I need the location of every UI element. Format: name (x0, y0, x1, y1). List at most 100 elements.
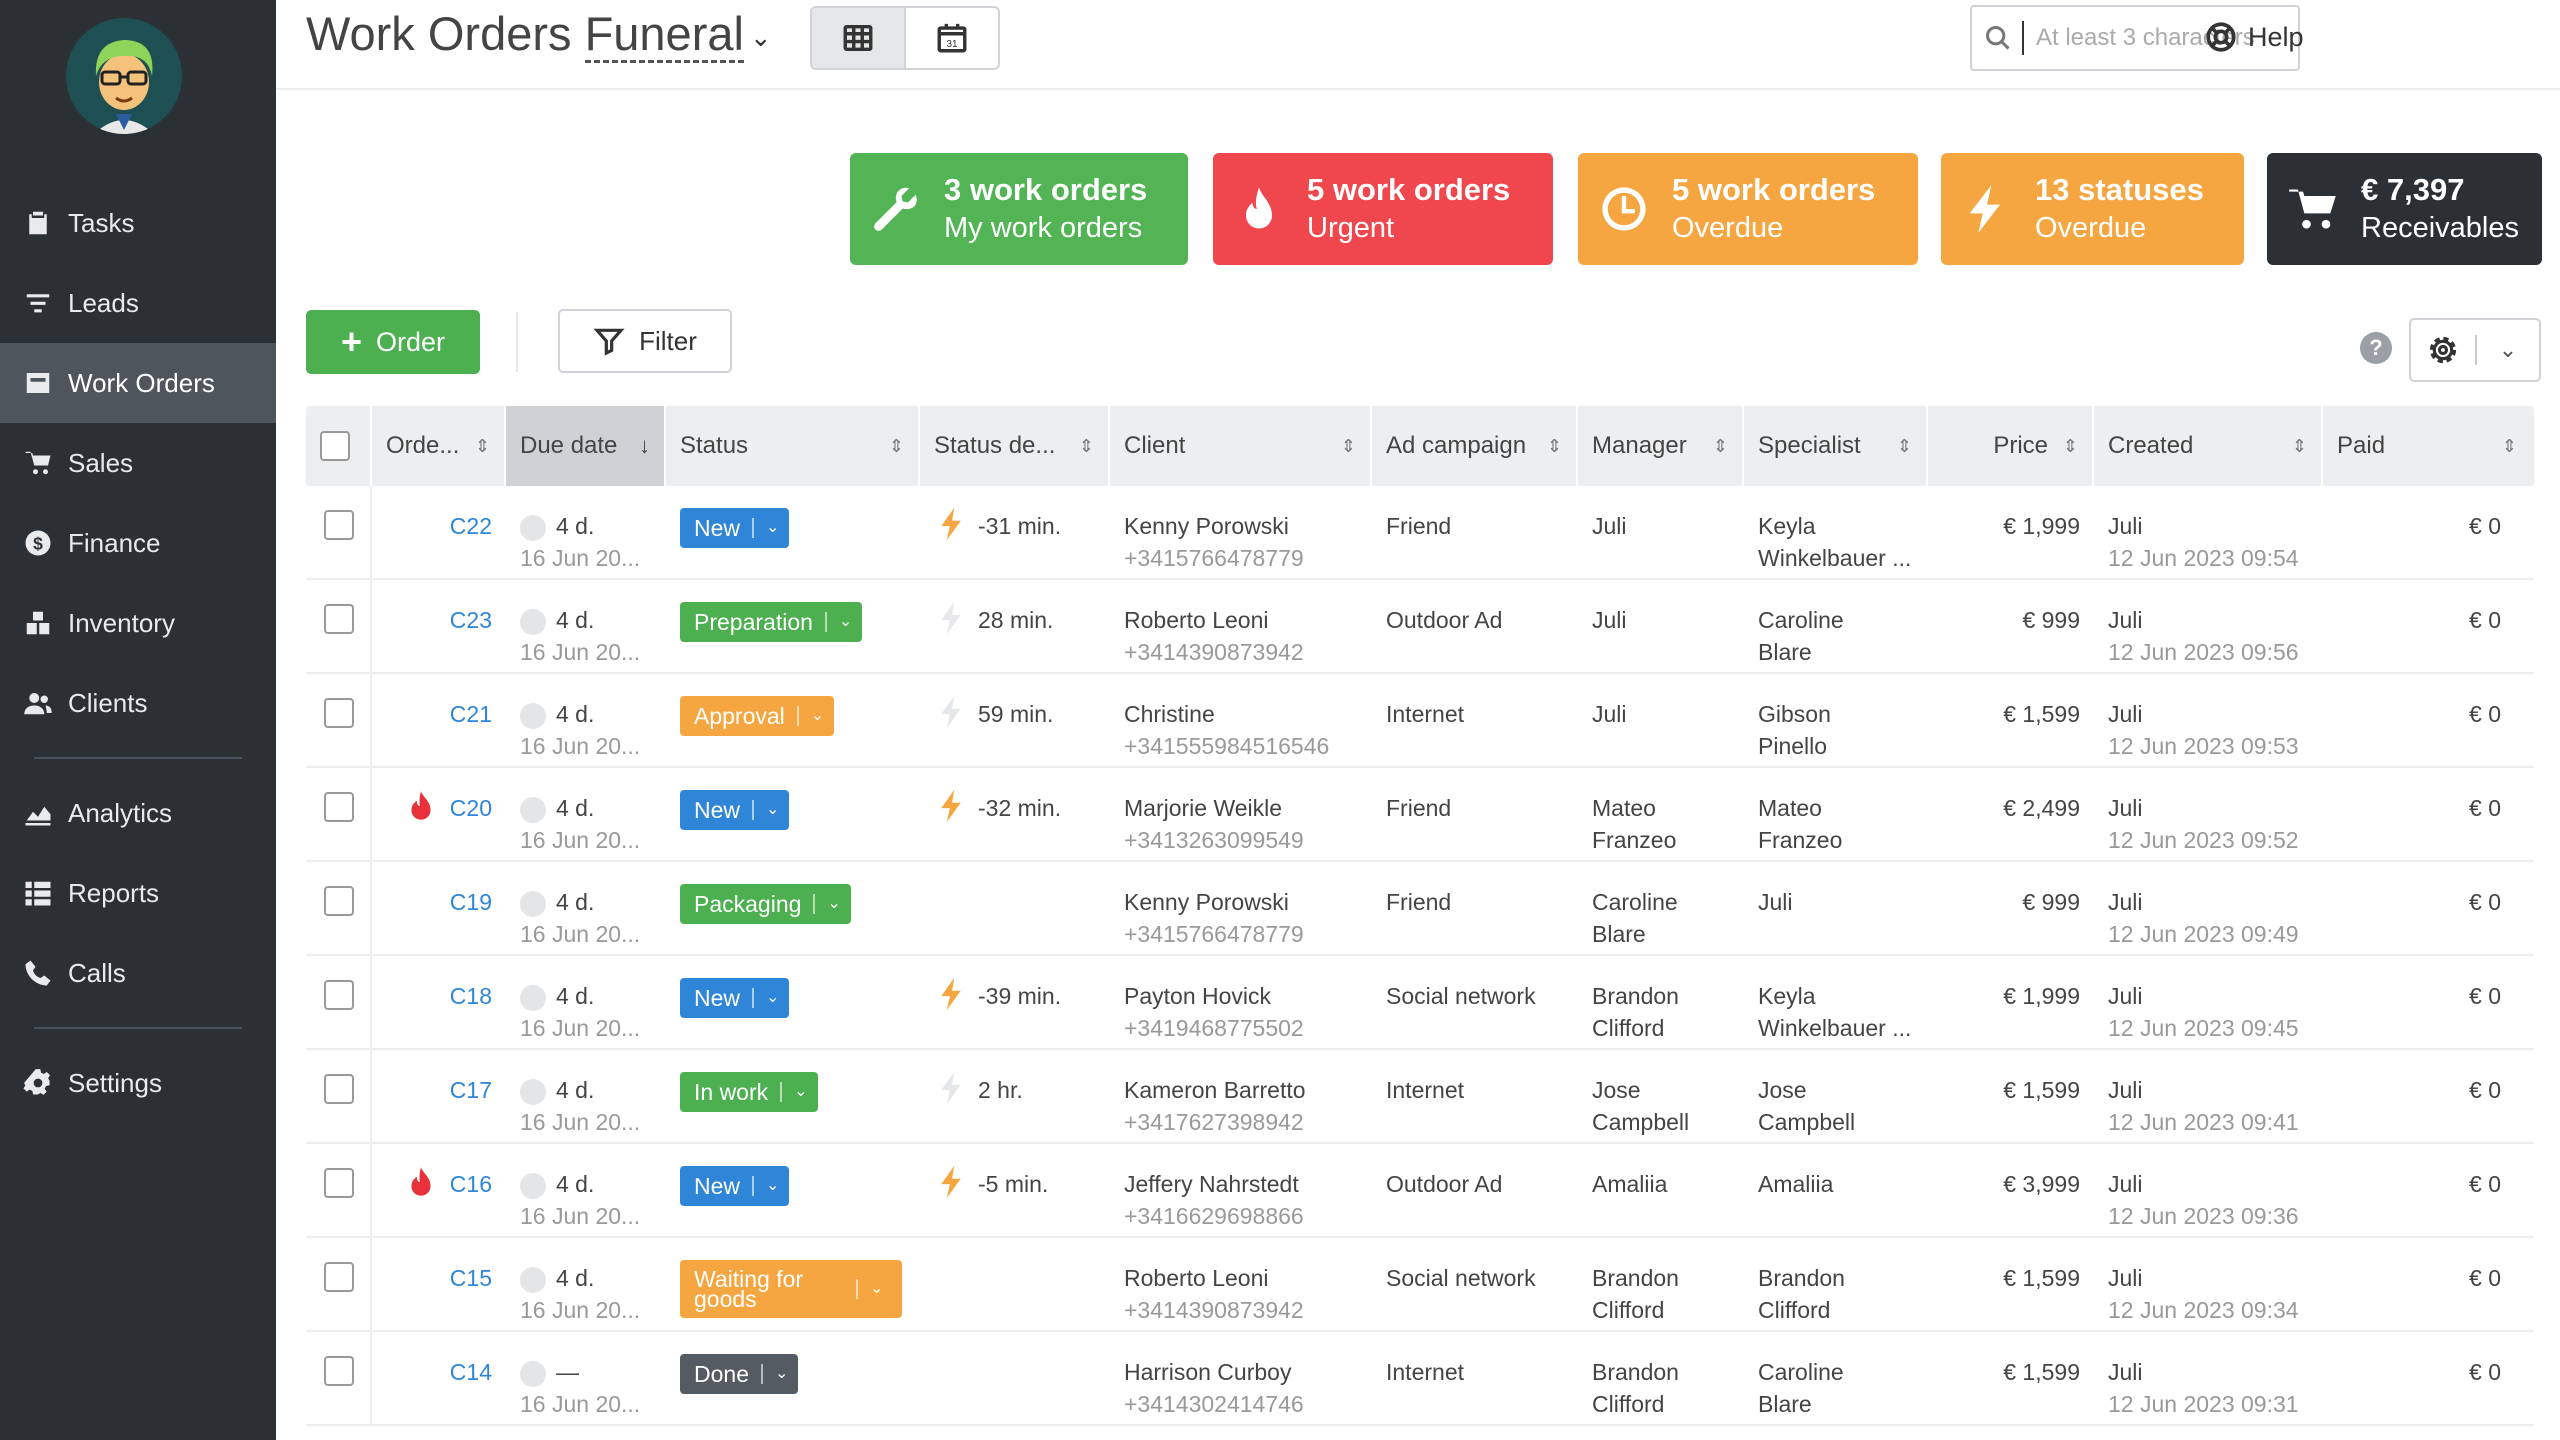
column-header-manager[interactable]: Manager ⇕ (1578, 406, 1744, 486)
calendar-view-button[interactable]: 31 (906, 8, 998, 68)
order-number-link[interactable]: C21 (450, 698, 492, 730)
sort-icon[interactable]: ⇕ (1713, 436, 1728, 457)
help-button[interactable]: Help (2204, 20, 2304, 54)
table-row[interactable]: C17 4 d. 16 Jun 20... In work ⌄ 2 hr. Kameron … (306, 1050, 2534, 1144)
client-name[interactable]: Roberto Leoni (1124, 604, 1372, 636)
table-row[interactable]: C18 4 d. 16 Jun 20... New ⌄ -39 min. Payton Ho… (306, 956, 2534, 1050)
client-phone[interactable]: +3414302414746 (1124, 1388, 1372, 1420)
client-phone[interactable]: +3413263099549 (1124, 824, 1372, 856)
order-number-link[interactable]: C17 (450, 1074, 492, 1106)
row-checkbox[interactable] (324, 510, 354, 540)
sidebar-item-work-orders[interactable]: Work Orders (0, 343, 276, 423)
client-name[interactable]: Jeffery Nahrstedt (1124, 1168, 1372, 1200)
tile-my-work-orders[interactable]: 3 work orders My work orders (850, 153, 1188, 265)
row-checkbox[interactable] (324, 886, 354, 916)
status-dropdown[interactable]: New ⌄ (680, 978, 790, 1018)
order-number-link[interactable]: C14 (450, 1356, 492, 1388)
tile-urgent[interactable]: 5 work orders Urgent (1213, 153, 1553, 265)
sidebar-item-finance[interactable]: $ Finance (0, 503, 276, 583)
sort-desc-icon[interactable]: ↓ (639, 433, 650, 459)
table-settings-button[interactable]: ⌄ (2409, 318, 2541, 382)
row-checkbox[interactable] (324, 698, 354, 728)
table-row[interactable]: C14 — 16 Jun 20... Done ⌄ Harrison Curboy +341… (306, 1332, 2534, 1426)
status-dropdown[interactable]: Done ⌄ (680, 1354, 799, 1394)
filter-button[interactable]: Filter (558, 309, 732, 373)
order-number-link[interactable]: C15 (450, 1262, 492, 1294)
table-row[interactable]: C22 4 d. 16 Jun 20... New ⌄ -31 min. Kenny Por… (306, 486, 2534, 580)
client-phone[interactable]: +3415766478779 (1124, 918, 1372, 950)
sidebar-item-settings[interactable]: Settings (0, 1043, 276, 1123)
order-number-link[interactable]: C22 (450, 510, 492, 542)
order-number-link[interactable]: C16 (450, 1168, 492, 1200)
client-phone[interactable]: +3415766478779 (1124, 542, 1372, 574)
column-header-order[interactable]: Orde... ⇕ (372, 406, 506, 486)
sort-icon[interactable]: ⇕ (1897, 436, 1912, 457)
add-order-button[interactable]: + Order (306, 310, 480, 374)
sort-icon[interactable]: ⇕ (889, 436, 904, 457)
row-checkbox[interactable] (324, 792, 354, 822)
row-checkbox[interactable] (324, 1168, 354, 1198)
column-header-specialist[interactable]: Specialist ⇕ (1744, 406, 1928, 486)
client-name[interactable]: Marjorie Weikle (1124, 792, 1372, 824)
order-number-link[interactable]: C20 (450, 792, 492, 824)
column-header-status-deadline[interactable]: Status de... ⇕ (920, 406, 1110, 486)
sort-icon[interactable]: ⇕ (2063, 436, 2078, 457)
column-header-ad-campaign[interactable]: Ad campaign ⇕ (1372, 406, 1578, 486)
column-header-client[interactable]: Client ⇕ (1110, 406, 1372, 486)
table-row[interactable]: C21 4 d. 16 Jun 20... Approval ⌄ 59 min. Chris… (306, 674, 2534, 768)
row-checkbox[interactable] (324, 604, 354, 634)
client-name[interactable]: Harrison Curboy (1124, 1356, 1372, 1388)
order-number-link[interactable]: C23 (450, 604, 492, 636)
column-header-status[interactable]: Status ⇕ (666, 406, 920, 486)
status-dropdown[interactable]: Packaging ⌄ (680, 884, 851, 924)
table-row[interactable]: C19 4 d. 16 Jun 20... Packaging ⌄ Kenny Porow… (306, 862, 2534, 956)
sidebar-item-tasks[interactable]: Tasks (0, 183, 276, 263)
sort-icon[interactable]: ⇕ (1079, 436, 1094, 457)
sidebar-item-inventory[interactable]: Inventory (0, 583, 276, 663)
table-row[interactable]: C20 4 d. 16 Jun 20... New ⌄ -32 min. Marjorie … (306, 768, 2534, 862)
order-number-link[interactable]: C18 (450, 980, 492, 1012)
sidebar-item-reports[interactable]: Reports (0, 853, 276, 933)
table-row[interactable]: C16 4 d. 16 Jun 20... New ⌄ -5 min. Jeffery Na… (306, 1144, 2534, 1238)
status-dropdown[interactable]: New ⌄ (680, 790, 790, 830)
client-name[interactable]: Kenny Porowski (1124, 886, 1372, 918)
table-row[interactable]: C23 4 d. 16 Jun 20... Preparation ⌄ 28 min. Ro… (306, 580, 2534, 674)
client-phone[interactable]: +3414390873942 (1124, 1294, 1372, 1326)
sort-icon[interactable]: ⇕ (2292, 436, 2307, 457)
client-phone[interactable]: +341555984516546 (1124, 730, 1372, 762)
status-dropdown[interactable]: New ⌄ (680, 1166, 790, 1206)
chevron-down-icon[interactable]: ⌄ (2477, 337, 2539, 363)
status-dropdown[interactable]: New ⌄ (680, 508, 790, 548)
order-number-link[interactable]: C19 (450, 886, 492, 918)
row-checkbox[interactable] (324, 980, 354, 1010)
chevron-down-icon[interactable]: ⌄ (750, 22, 772, 52)
tile-overdue-orders[interactable]: 5 work orders Overdue (1578, 153, 1918, 265)
sort-icon[interactable]: ⇕ (2502, 436, 2517, 457)
tile-receivables[interactable]: € 7,397 Receivables (2267, 153, 2542, 265)
sidebar-item-analytics[interactable]: Analytics (0, 773, 276, 853)
tile-overdue-statuses[interactable]: 13 statuses Overdue (1941, 153, 2244, 265)
sort-icon[interactable]: ⇕ (1547, 436, 1562, 457)
sort-icon[interactable]: ⇕ (475, 436, 490, 457)
column-header-paid[interactable]: Paid ⇕ (2323, 406, 2531, 486)
sidebar-item-clients[interactable]: Clients (0, 663, 276, 743)
client-phone[interactable]: +3419468775502 (1124, 1012, 1372, 1044)
table-view-button[interactable] (812, 8, 906, 68)
sidebar-item-leads[interactable]: Leads (0, 263, 276, 343)
row-checkbox[interactable] (324, 1262, 354, 1292)
row-checkbox[interactable] (324, 1074, 354, 1104)
help-question-icon[interactable]: ? (2360, 332, 2392, 364)
sidebar-item-sales[interactable]: Sales (0, 423, 276, 503)
column-header-created[interactable]: Created ⇕ (2094, 406, 2323, 486)
workflow-selector[interactable]: Funeral (584, 7, 744, 63)
client-phone[interactable]: +3417627398942 (1124, 1106, 1372, 1138)
status-dropdown[interactable]: Preparation ⌄ (680, 602, 863, 642)
column-header-due-date[interactable]: Due date ↓ (506, 406, 666, 486)
client-phone[interactable]: +3414390873942 (1124, 636, 1372, 668)
sidebar-item-calls[interactable]: Calls (0, 933, 276, 1013)
status-dropdown[interactable]: Approval ⌄ (680, 696, 835, 736)
select-all-checkbox[interactable] (320, 431, 350, 461)
client-name[interactable]: Kenny Porowski (1124, 510, 1372, 542)
row-checkbox[interactable] (324, 1356, 354, 1386)
status-dropdown[interactable]: Waiting for goods ⌄ (680, 1260, 902, 1318)
